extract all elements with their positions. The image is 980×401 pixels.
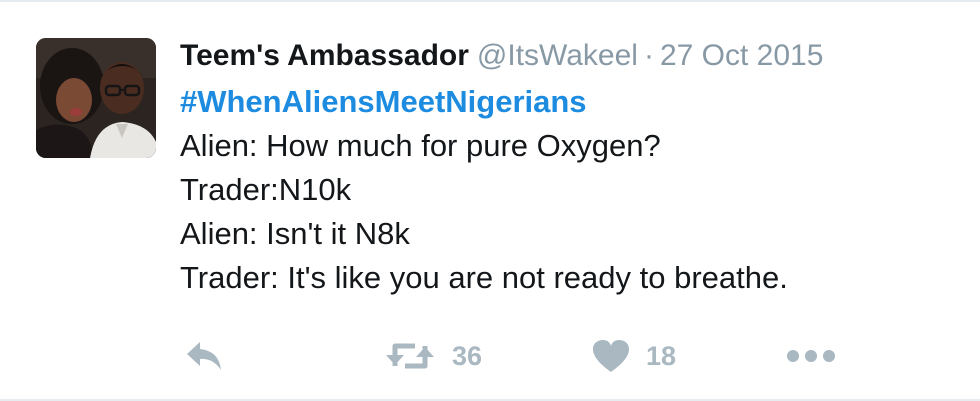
retweet-icon [384, 338, 436, 374]
tweet-text-line: Trader: It's like you are not ready to b… [180, 260, 788, 295]
avatar-photo [36, 38, 156, 158]
tweet-timestamp[interactable]: 27 Oct 2015 [660, 39, 823, 72]
reply-icon [184, 338, 224, 374]
hashtag-link[interactable]: #WhenAliensMeetNigerians [180, 84, 587, 119]
retweet-button[interactable]: 36 [384, 336, 482, 376]
retweet-count: 36 [452, 340, 483, 371]
like-button[interactable]: 18 [592, 336, 676, 376]
tweet-header: Teem's Ambassador @ItsWakeel · 27 Oct 2015 [180, 36, 960, 76]
header-separator: · [643, 39, 654, 72]
tweet-text-line: Alien: How much for pure Oxygen? [180, 128, 661, 163]
tweet-actions: 36 18 [0, 336, 980, 376]
author-handle[interactable]: @ItsWakeel [477, 39, 638, 72]
heart-icon [592, 339, 630, 373]
tweet-text-line: Alien: Isn't it N8k [180, 216, 410, 251]
author-name[interactable]: Teem's Ambassador [180, 39, 469, 72]
like-count: 18 [646, 340, 677, 371]
tweet-text-line: Trader:N10k [180, 172, 352, 207]
more-dots-icon [786, 349, 836, 363]
tweet-text: #WhenAliensMeetNigerians Alien: How much… [180, 80, 960, 300]
tweet-content: Teem's Ambassador @ItsWakeel · 27 Oct 2015 … [180, 36, 960, 300]
tweet-hashtag-line: #WhenAliensMeetNigerians [180, 80, 960, 124]
more-button[interactable] [786, 336, 836, 376]
reply-button[interactable] [184, 336, 224, 376]
tweet-card[interactable]: Teem's Ambassador @ItsWakeel · 27 Oct 2015 … [0, 0, 980, 401]
avatar[interactable] [36, 38, 156, 158]
